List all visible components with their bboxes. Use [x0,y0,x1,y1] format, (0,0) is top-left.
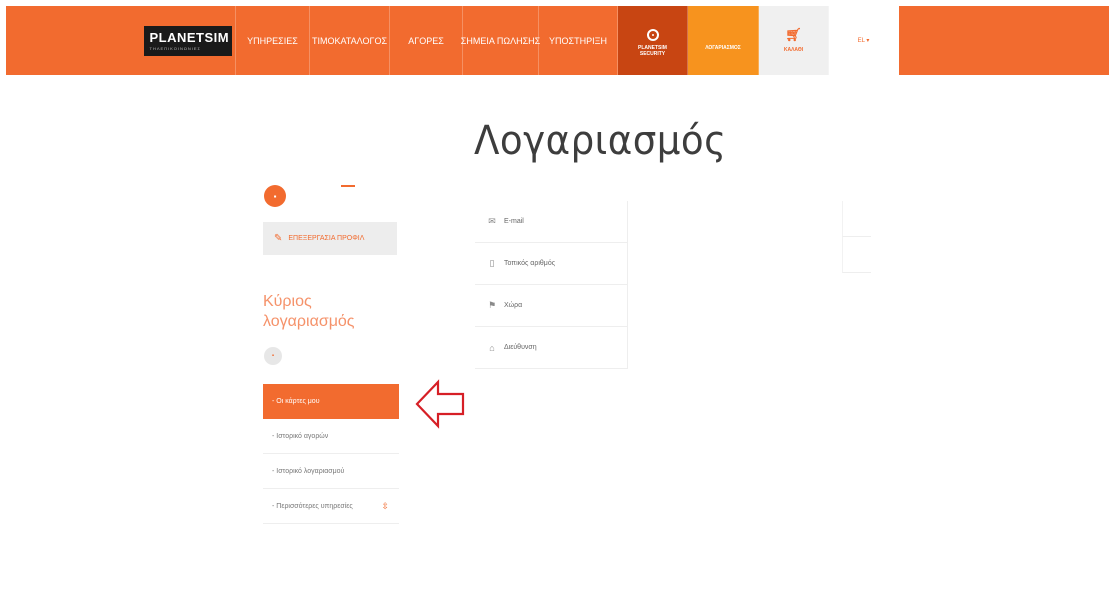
info-label: E-mail [504,218,524,225]
red-arrow-annotation-icon [415,379,465,429]
edit-profile-button[interactable]: ✎ ΕΠΕΞΕΡΓΑΣΙΑ ΠΡΟΦΙΛ [263,222,397,255]
info-row-address[interactable]: ⌂ Διεύθυνση [475,327,628,369]
orange-divider [341,185,355,187]
nav-planetsim-security[interactable]: PLANETSIM SECURITY [618,6,688,75]
info-label: Διεύθυνση [504,344,537,351]
logo-wordmark: PLANETSIM [150,31,232,44]
menu-more-services[interactable]: - Περισσότερες υπηρεσίες ⇳ [263,489,399,524]
cart-label: ΚΑΛΑΘΙ [783,47,804,53]
logo-box: PLANETSIM ΤΗΛΕΠΙΚΟΙΝΩΝΙΕΣ [143,25,232,56]
main-account-heading: Κύριος λογαριασμός [263,293,355,330]
info-value-cell [842,237,871,273]
nav-pricelist[interactable]: ΤΙΜΟΚΑΤΑΛΟΓΟΣ [310,6,390,75]
expand-chevron-icon[interactable]: ⇳ [381,501,389,512]
envelope-icon: ✉ [488,216,496,226]
info-label: Χώρα [504,302,523,309]
nav-cart[interactable]: 🛒︎ ΚΑΛΑΘΙ [759,6,829,75]
info-value-column [842,201,871,273]
security-icon [646,28,659,41]
page-title: Λογαριασμός [474,118,727,164]
profile-avatar-icon[interactable]: ▪ [264,185,286,207]
nav-container: PLANETSIM ΤΗΛΕΠΙΚΟΙΝΩΝΙΕΣ ΥΠΗΡΕΣΙΕΣ ΤΙΜΟ… [140,6,899,75]
menu-account-history[interactable]: - Ιστορικό λογαριασμού [263,454,399,489]
language-selector[interactable]: EL ▾ [829,6,899,75]
mobile-phone-icon: ▯ [489,258,495,268]
info-row-country[interactable]: ⚑ Χώρα [475,285,628,327]
menu-my-cards[interactable]: - Οι κάρτες μου [263,384,399,419]
flag-icon: ⚑ [487,300,497,310]
info-row-email[interactable]: ✉ E-mail [475,201,628,243]
account-card-icon: ▪ [264,347,282,365]
nav-points-of-sale[interactable]: ΣΗΜΕΙΑ ΠΩΛΗΣΗΣ [461,6,540,75]
info-label: Τοπικός αριθμός [504,260,556,267]
info-row-local-number[interactable]: ▯ Τοπικός αριθμός [475,243,628,285]
nav-support[interactable]: ΥΠΟΣΤΗΡΙΞΗ [539,6,618,75]
top-navigation-bar: PLANETSIM ΤΗΛΕΠΙΚΟΙΝΩΝΙΕΣ ΥΠΗΡΕΣΙΕΣ ΤΙΜΟ… [6,6,1109,75]
edit-profile-label: ΕΠΕΞΕΡΓΑΣΙΑ ΠΡΟΦΙΛ [288,235,365,242]
security-label-line2: SECURITY [639,50,666,57]
account-menu: - Οι κάρτες μου - Ιστορικό αγορών - Ιστο… [263,384,399,524]
cart-icon: 🛒︎ [785,27,802,42]
nav-services[interactable]: ΥΠΗΡΕΣΙΕΣ [236,6,310,75]
menu-label: - Περισσότερες υπηρεσίες [272,502,353,510]
nav-account[interactable]: ΛΟΓΑΡΙΑΣΜΟΣ [688,6,759,75]
nav-purchases[interactable]: ΑΓΟΡΕΣ [390,6,463,75]
account-info-table: ✉ E-mail ▯ Τοπικός αριθμός ⚑ Χώρα ⌂ Διεύ… [475,201,628,369]
logo-part-planet: PLANET [149,29,205,45]
logo-tagline: ΤΗΛΕΠΙΚΟΙΝΩΝΙΕΣ [149,45,201,51]
menu-label: - Οι κάρτες μου [272,398,320,405]
pencil-icon: ✎ [274,233,283,244]
planetsim-logo[interactable]: PLANETSIM ΤΗΛΕΠΙΚΟΙΝΩΝΙΕΣ [140,6,236,75]
info-value-cell [842,201,871,237]
menu-label: - Ιστορικό αγορών [272,432,329,440]
logo-part-sim: SIM [204,29,230,45]
menu-purchase-history[interactable]: - Ιστορικό αγορών [263,419,399,454]
home-icon: ⌂ [489,342,495,353]
menu-label: - Ιστορικό λογαριασμού [272,467,345,475]
